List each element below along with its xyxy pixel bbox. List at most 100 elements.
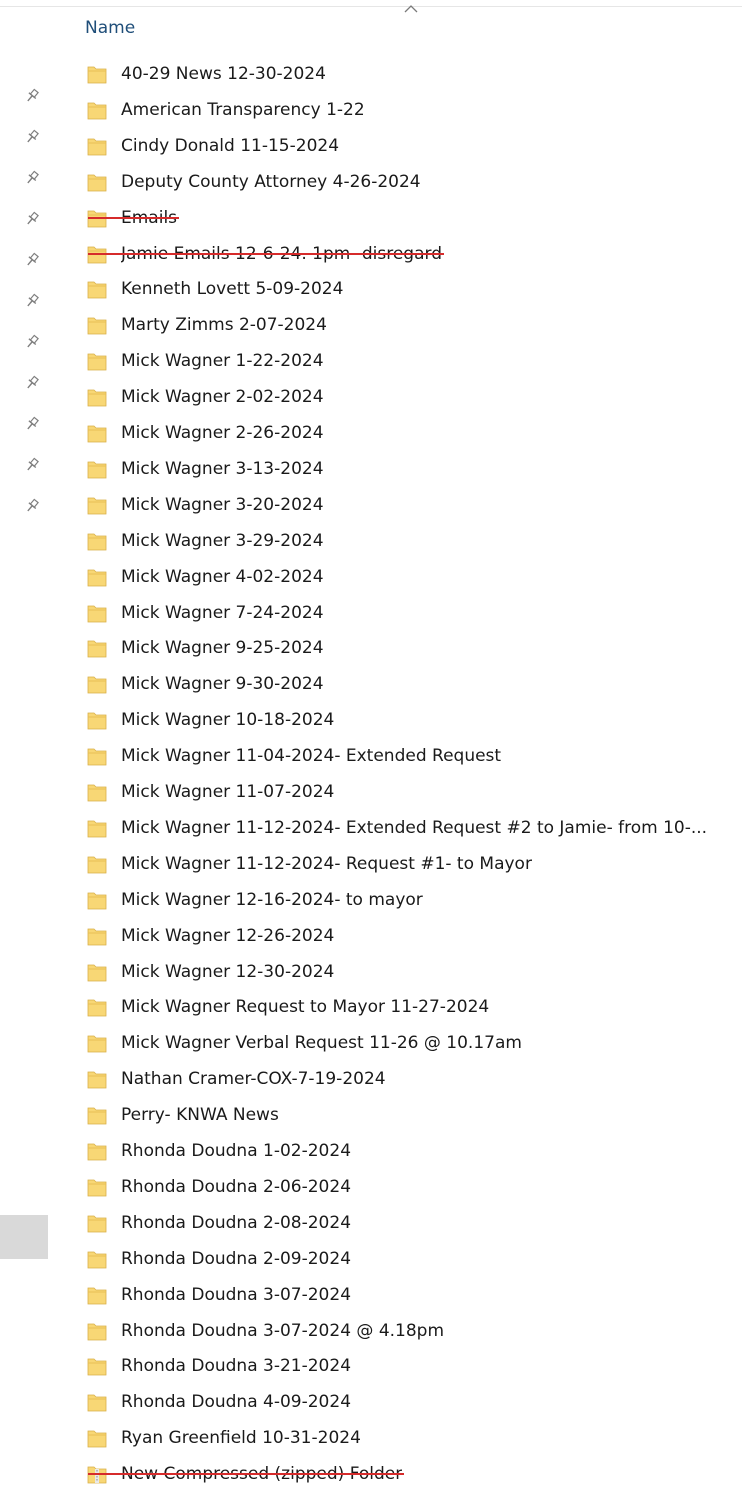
file-row[interactable]: New Compressed (zipped) Folder	[86, 1459, 742, 1489]
file-row[interactable]: Mick Wagner 11-04-2024- Extended Request	[86, 741, 742, 771]
strikethrough-mark	[88, 252, 444, 255]
folder-icon	[86, 996, 108, 1018]
file-row[interactable]: Rhonda Doudna 2-08-2024	[86, 1208, 742, 1238]
file-row[interactable]: Mick Wagner 1-22-2024	[86, 346, 742, 376]
file-row[interactable]: Mick Wagner 9-30-2024	[86, 669, 742, 699]
pin-icon[interactable]	[24, 416, 40, 432]
folder-icon	[86, 314, 108, 336]
folder-icon	[86, 1104, 108, 1126]
pin-icon[interactable]	[24, 375, 40, 391]
pin-icon[interactable]	[24, 170, 40, 186]
file-name: Mick Wagner 9-25-2024	[121, 638, 324, 659]
folder-icon	[86, 1248, 108, 1270]
file-name: Mick Wagner 4-02-2024	[121, 566, 324, 587]
file-row[interactable]: Mick Wagner 2-02-2024	[86, 382, 742, 412]
pin-icon[interactable]	[24, 293, 40, 309]
file-row[interactable]: Rhonda Doudna 3-21-2024	[86, 1351, 742, 1381]
file-name: Mick Wagner 7-24-2024	[121, 602, 324, 623]
file-name: Rhonda Doudna 4-09-2024	[121, 1392, 352, 1413]
folder-icon	[86, 637, 108, 659]
file-row[interactable]: Mick Wagner 3-13-2024	[86, 454, 742, 484]
folder-icon	[86, 602, 108, 624]
folder-icon	[86, 1427, 108, 1449]
file-row[interactable]: Cindy Donald 11-15-2024	[86, 131, 742, 161]
folder-icon	[86, 961, 108, 983]
pin-icon[interactable]	[24, 129, 40, 145]
column-header-name[interactable]: Name	[85, 16, 175, 40]
file-name: Marty Zimms 2-07-2024	[121, 315, 327, 336]
folder-icon	[86, 1320, 108, 1342]
folder-icon	[86, 1140, 108, 1162]
folder-icon	[86, 925, 108, 947]
file-name: Rhonda Doudna 2-08-2024	[121, 1212, 352, 1233]
file-row[interactable]: Rhonda Doudna 2-09-2024	[86, 1244, 742, 1274]
file-row[interactable]: American Transparency 1-22	[86, 95, 742, 125]
folder-icon	[86, 1212, 108, 1234]
file-row[interactable]: Mick Wagner 7-24-2024	[86, 598, 742, 628]
file-row[interactable]: Deputy County Attorney 4-26-2024	[86, 167, 742, 197]
file-row[interactable]: Rhonda Doudna 3-07-2024 @ 4.18pm	[86, 1316, 742, 1346]
file-row[interactable]: Mick Wagner 12-26-2024	[86, 921, 742, 951]
folder-icon	[86, 63, 108, 85]
file-row[interactable]: Mick Wagner Verbal Request 11-26 @ 10.17…	[86, 1028, 742, 1058]
pin-icon[interactable]	[24, 211, 40, 227]
file-name: Deputy County Attorney 4-26-2024	[121, 171, 421, 192]
pin-icon[interactable]	[24, 88, 40, 104]
chevron-up-icon[interactable]	[404, 4, 418, 13]
pin-icon[interactable]	[24, 498, 40, 514]
file-row[interactable]: Mick Wagner Request to Mayor 11-27-2024	[86, 992, 742, 1022]
folder-icon	[86, 1284, 108, 1306]
folder-icon	[86, 889, 108, 911]
file-name: Rhonda Doudna 1-02-2024	[121, 1141, 352, 1161]
file-row[interactable]: Nathan Cramer-COX-7-19-2024	[86, 1064, 742, 1094]
file-row[interactable]: Kenneth Lovett 5-09-2024	[86, 274, 742, 304]
folder-icon	[86, 1355, 108, 1377]
file-row[interactable]: Ryan Greenfield 10-31-2024	[86, 1423, 742, 1453]
pin-icon[interactable]	[24, 334, 40, 350]
file-row[interactable]: Rhonda Doudna 2-06-2024	[86, 1172, 742, 1202]
top-divider	[0, 6, 742, 7]
folder-icon	[86, 171, 108, 193]
file-row[interactable]: Rhonda Doudna 4-09-2024	[86, 1387, 742, 1417]
file-row[interactable]: Mick Wagner 3-29-2024	[86, 526, 742, 556]
file-explorer-window: Name 40-29 News 12-30-2024 American Trans…	[0, 0, 742, 1491]
file-row[interactable]: 40-29 News 12-30-2024	[86, 59, 742, 89]
file-row[interactable]: Mick Wagner 11-12-2024- Extended Request…	[86, 813, 742, 843]
file-row[interactable]: Mick Wagner 3-20-2024	[86, 490, 742, 520]
file-row[interactable]: Mick Wagner 2-26-2024	[86, 418, 742, 448]
file-name: Mick Wagner 12-26-2024	[121, 925, 335, 946]
file-row[interactable]: Rhonda Doudna 1-02-2024	[86, 1136, 742, 1166]
file-name: Mick Wagner Request to Mayor 11-27-2024	[121, 997, 490, 1018]
file-row[interactable]: Mick Wagner 10-18-2024	[86, 705, 742, 735]
file-name: Perry- KNWA News	[121, 1105, 279, 1126]
file-row[interactable]: Mick Wagner 4-02-2024	[86, 562, 742, 592]
folder-icon	[86, 386, 108, 408]
file-row[interactable]: Emails	[86, 203, 742, 233]
file-row[interactable]: Mick Wagner 12-30-2024	[86, 957, 742, 987]
file-row[interactable]: Rhonda Doudna 3-07-2024	[86, 1280, 742, 1310]
file-name: Mick Wagner 2-26-2024	[121, 423, 324, 443]
folder-icon	[86, 135, 108, 157]
nav-selected-item[interactable]	[0, 1215, 48, 1259]
folder-icon	[86, 350, 108, 372]
navigation-pane	[0, 7, 50, 1491]
file-name: Mick Wagner 11-04-2024- Extended Request	[121, 746, 502, 767]
file-name: Mick Wagner 3-13-2024	[121, 458, 324, 479]
folder-icon	[86, 494, 108, 516]
file-row[interactable]: Mick Wagner 11-12-2024- Request #1- to M…	[86, 849, 742, 879]
file-row[interactable]: Mick Wagner 12-16-2024- to mayor	[86, 885, 742, 915]
pin-icon[interactable]	[24, 252, 40, 268]
file-row[interactable]: Jamie Emails 12-6-24. 1pm- disregard	[86, 239, 742, 269]
folder-icon	[86, 1176, 108, 1198]
file-row[interactable]: Mick Wagner 11-07-2024	[86, 777, 742, 807]
file-row[interactable]: Mick Wagner 9-25-2024	[86, 633, 742, 663]
file-name: 40-29 News 12-30-2024	[121, 64, 326, 84]
file-name: Rhonda Doudna 3-07-2024 @ 4.18pm	[121, 1320, 445, 1341]
file-row[interactable]: Marty Zimms 2-07-2024	[86, 310, 742, 340]
pin-icon[interactable]	[24, 457, 40, 473]
file-name: Mick Wagner 12-16-2024- to mayor	[121, 889, 423, 910]
file-row[interactable]: Perry- KNWA News	[86, 1100, 742, 1130]
file-name: Rhonda Doudna 3-07-2024	[121, 1284, 352, 1305]
folder-icon	[86, 781, 108, 803]
strikethrough-mark	[88, 1473, 405, 1476]
